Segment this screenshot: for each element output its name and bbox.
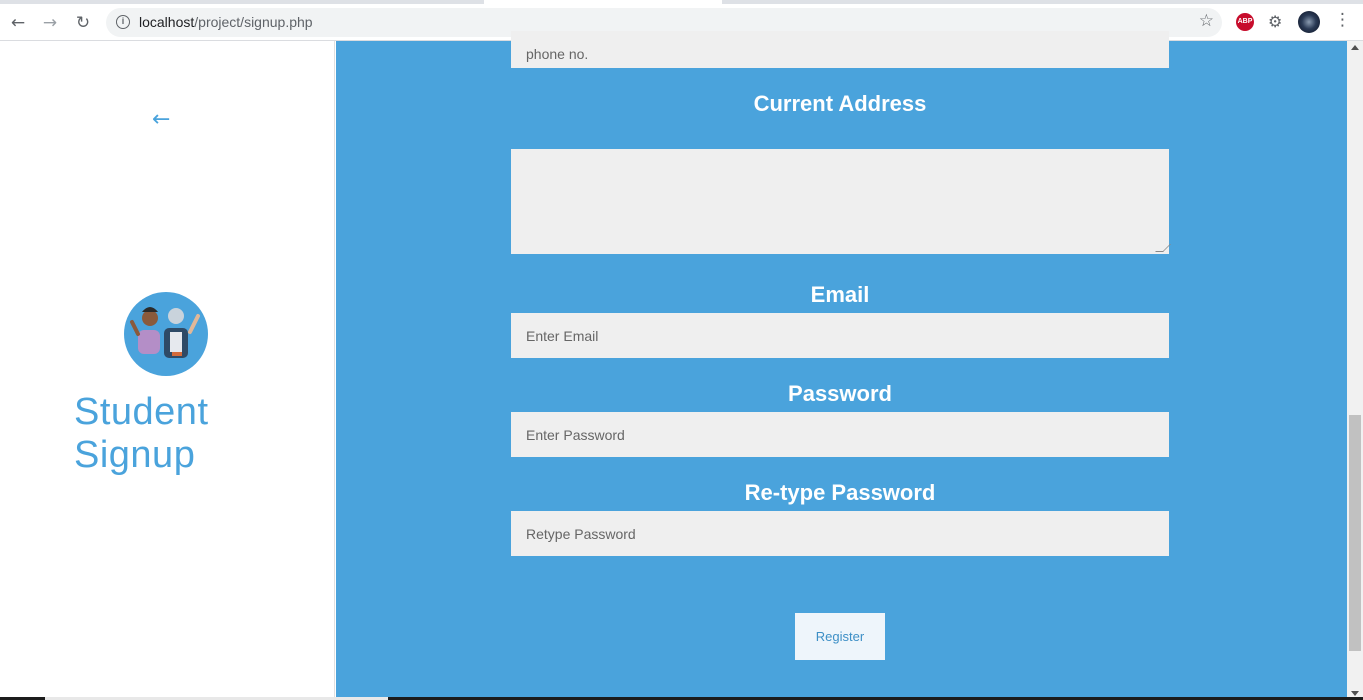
phone-field[interactable] bbox=[511, 31, 1169, 68]
password-label: Password bbox=[788, 381, 892, 406]
info-icon[interactable]: i bbox=[116, 15, 130, 29]
menu-icon[interactable]: ⋮ bbox=[1334, 10, 1351, 30]
retype-password-label: Re-type Password bbox=[744, 480, 936, 505]
retype-password-field[interactable] bbox=[511, 511, 1169, 556]
reload-icon[interactable]: ↻ bbox=[71, 11, 95, 35]
page-scrollbar[interactable] bbox=[1347, 41, 1363, 700]
star-icon[interactable]: ☆ bbox=[1199, 11, 1214, 31]
extensions-icon[interactable]: ⚙ bbox=[1268, 12, 1282, 31]
password-field[interactable] bbox=[511, 412, 1169, 457]
email-field[interactable] bbox=[511, 313, 1169, 358]
address-label: Current Address bbox=[753, 91, 927, 116]
left-panel: ← Student Signup bbox=[0, 41, 335, 700]
scroll-up-icon[interactable] bbox=[1351, 45, 1359, 50]
profile-avatar[interactable] bbox=[1298, 11, 1320, 33]
scroll-down-icon[interactable] bbox=[1351, 691, 1359, 696]
url-text[interactable]: localhost/project/signup.php bbox=[139, 14, 313, 30]
address-textarea[interactable] bbox=[511, 149, 1171, 254]
forward-icon[interactable]: → bbox=[38, 11, 62, 35]
students-avatar bbox=[124, 292, 208, 376]
page-title: Student Signup bbox=[74, 391, 209, 476]
email-label: Email bbox=[810, 282, 870, 307]
register-button[interactable]: Register bbox=[795, 613, 885, 660]
scrollbar-thumb[interactable] bbox=[1349, 415, 1361, 651]
adblock-icon[interactable]: ABP bbox=[1236, 13, 1254, 31]
signup-form: Current Address Email Password Re-type P… bbox=[336, 31, 1347, 700]
page: ← Student Signup Current Address Email bbox=[0, 31, 1363, 700]
resize-handle-icon[interactable] bbox=[1155, 244, 1171, 252]
arrow-left-icon[interactable]: ← bbox=[152, 107, 170, 132]
back-icon[interactable]: ← bbox=[6, 11, 30, 35]
